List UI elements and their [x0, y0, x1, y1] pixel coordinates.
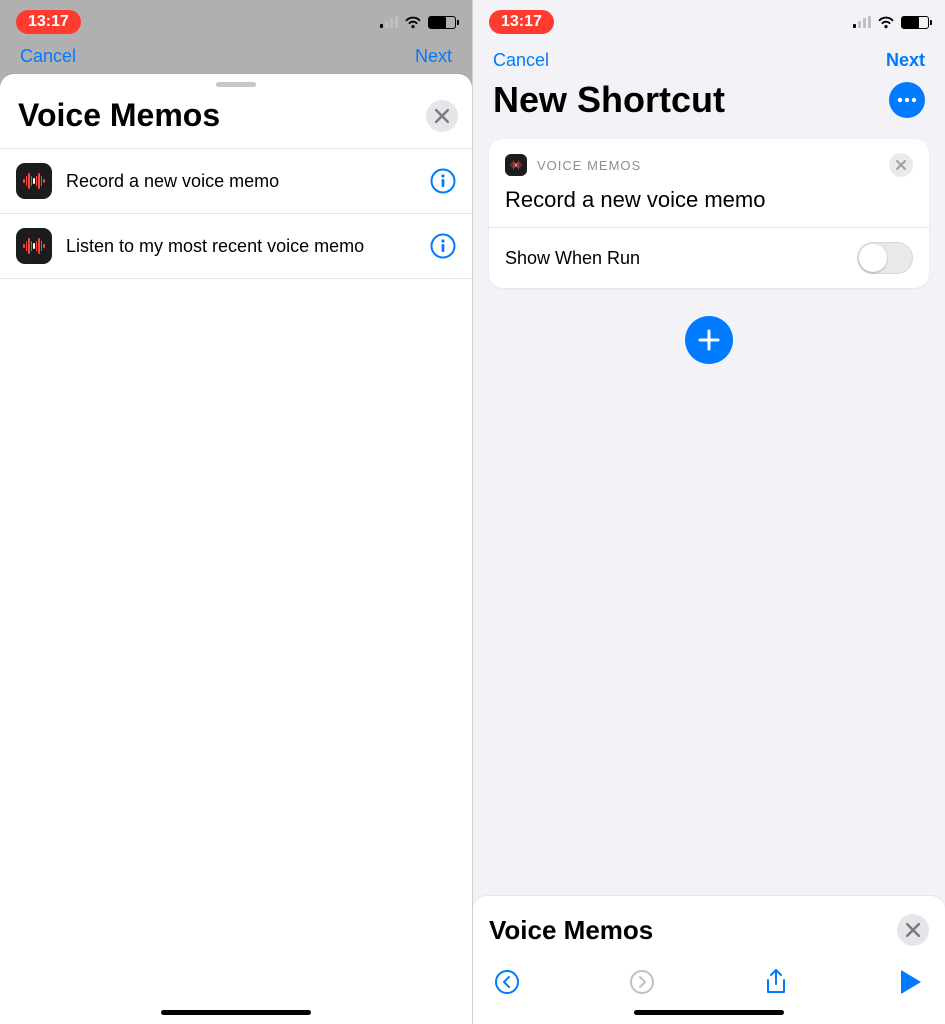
action-row-listen-memo[interactable]: Listen to my most recent voice memo — [0, 214, 472, 279]
undo-button[interactable] — [493, 968, 521, 996]
waveform-icon — [22, 237, 46, 255]
page-title: New Shortcut — [493, 79, 725, 121]
wifi-icon — [404, 16, 422, 29]
run-button[interactable] — [897, 968, 925, 996]
add-action-button[interactable] — [685, 316, 733, 364]
play-icon — [901, 970, 921, 994]
suggestions-title: Voice Memos — [489, 915, 897, 946]
action-label: Listen to my most recent voice memo — [66, 235, 416, 258]
phone-screen-left: 13:17 Cancel Next Voice Memos — [0, 0, 472, 1024]
sheet-grabber[interactable] — [216, 82, 256, 87]
recording-time-pill[interactable]: 13:17 — [16, 10, 81, 34]
action-source-label: VOICE MEMOS — [537, 158, 879, 173]
cellular-signal-icon — [853, 16, 871, 28]
info-icon — [430, 233, 456, 259]
editor-toolbar — [489, 968, 929, 996]
home-indicator[interactable] — [634, 1010, 784, 1015]
action-label: Record a new voice memo — [66, 170, 416, 193]
home-indicator[interactable] — [161, 1010, 311, 1015]
action-title: Record a new voice memo — [505, 187, 913, 213]
info-button[interactable] — [430, 233, 456, 259]
status-bar: 13:17 — [0, 0, 472, 44]
nav-bar: Cancel Next — [473, 44, 945, 75]
plus-icon — [698, 329, 720, 351]
waveform-icon — [511, 160, 522, 171]
toggle-knob — [859, 244, 887, 272]
waveform-icon — [22, 172, 46, 190]
voice-memos-app-icon — [16, 163, 52, 199]
phone-screen-right: 13:17 Cancel Next New Shortcut — [472, 0, 945, 1024]
close-suggestions-button[interactable] — [897, 914, 929, 946]
recording-time-pill[interactable]: 13:17 — [489, 10, 554, 34]
status-bar: 13:17 — [473, 0, 945, 44]
show-when-run-label: Show When Run — [505, 248, 640, 269]
voice-memos-app-icon — [505, 154, 527, 176]
more-options-button[interactable] — [889, 82, 925, 118]
redo-icon — [629, 969, 655, 995]
undo-icon — [494, 969, 520, 995]
share-button[interactable] — [762, 968, 790, 996]
show-when-run-toggle[interactable] — [857, 242, 913, 274]
battery-icon — [428, 16, 456, 29]
action-row-record-memo[interactable]: Record a new voice memo — [0, 148, 472, 214]
remove-action-button[interactable] — [889, 153, 913, 177]
info-icon — [430, 168, 456, 194]
suggestions-sheet: Voice Memos — [473, 896, 945, 1024]
close-sheet-button[interactable] — [426, 100, 458, 132]
info-button[interactable] — [430, 168, 456, 194]
close-icon — [435, 109, 449, 123]
sheet-title: Voice Memos — [18, 97, 426, 134]
action-list: Record a new voice memo Listen to my mos… — [0, 148, 472, 279]
cellular-signal-icon — [380, 16, 398, 28]
battery-icon — [901, 16, 929, 29]
action-card: VOICE MEMOS Record a new voice memo Show… — [489, 139, 929, 288]
redo-button[interactable] — [628, 968, 656, 996]
ellipsis-icon — [897, 97, 917, 103]
close-icon — [896, 160, 906, 170]
share-icon — [764, 968, 788, 996]
cancel-button[interactable]: Cancel — [493, 50, 549, 71]
next-button[interactable]: Next — [886, 50, 925, 71]
wifi-icon — [877, 16, 895, 29]
close-icon — [906, 923, 920, 937]
action-picker-sheet: Voice Memos Record a new voice memo — [0, 74, 472, 1024]
voice-memos-app-icon — [16, 228, 52, 264]
